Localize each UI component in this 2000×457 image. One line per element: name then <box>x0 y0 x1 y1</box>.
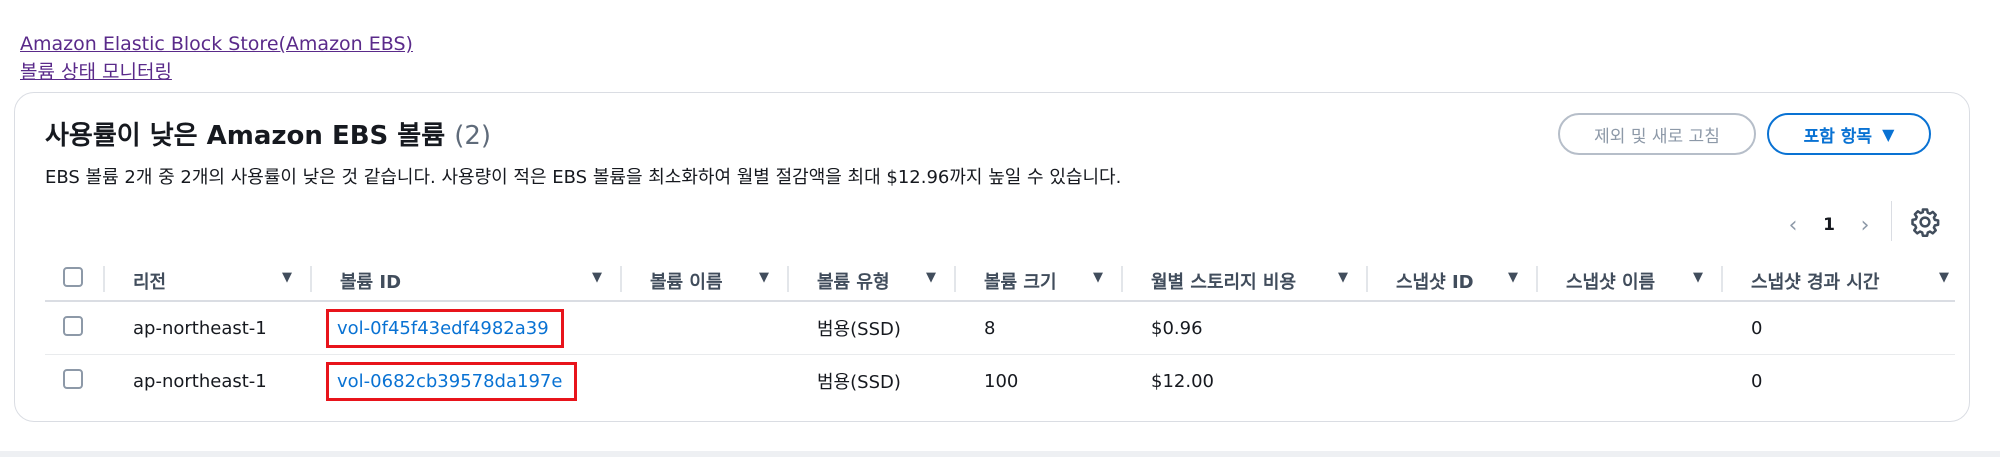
cell-region: ap-northeast-1 <box>105 301 312 355</box>
column-label: 볼륨 ID <box>340 272 402 293</box>
pagination-divider <box>1891 201 1892 241</box>
volumes-table: 리전 ▼ 볼륨 ID ▼ 볼륨 이름 ▼ 볼륨 유형 ▼ 볼륨 크기 ▼ 월별 스토리지 … <box>45 258 1955 407</box>
table-header-row: 리전 ▼ 볼륨 ID ▼ 볼륨 이름 ▼ 볼륨 유형 ▼ 볼륨 크기 ▼ 월별 스토리지 … <box>45 258 1955 302</box>
volume-id-highlight: vol-0f45f43edf4982a39 <box>326 308 564 348</box>
monthly-cost-value: $12.00 <box>1151 370 1214 392</box>
sort-caret-icon[interactable]: ▼ <box>1338 270 1348 285</box>
cell-snapshot-id <box>1368 355 1538 408</box>
page-bottom-divider <box>0 451 2000 457</box>
region-value: ap-northeast-1 <box>133 317 267 339</box>
column-label: 볼륨 유형 <box>817 272 890 293</box>
sort-caret-icon[interactable]: ▼ <box>1939 270 1949 285</box>
next-page-button[interactable]: › <box>1847 213 1883 238</box>
panel-description: EBS 볼륨 2개 중 2개의 사용률이 낮은 것 같습니다. 사용량이 적은 … <box>45 167 1122 188</box>
cell-snapshot-age: 0 <box>1723 301 1955 355</box>
panel-title-count: (2) <box>454 121 492 151</box>
cell-volume-id: vol-0f45f43edf4982a39 <box>312 301 622 355</box>
underutilized-volumes-panel: 사용률이 낮은 Amazon EBS 볼륨 (2) EBS 볼륨 2개 중 2개… <box>14 92 1970 422</box>
column-header-volume-size[interactable]: 볼륨 크기 ▼ <box>956 258 1123 302</box>
exclude-button-label: 제외 및 새로 고침 <box>1594 126 1720 147</box>
column-header-snapshot-age[interactable]: 스냅샷 경과 시간 ▼ <box>1723 258 1955 302</box>
sort-caret-icon[interactable]: ▼ <box>1093 270 1103 285</box>
volume-id-link[interactable]: vol-0682cb39578da197e <box>337 371 562 392</box>
column-header-volume-id[interactable]: 볼륨 ID ▼ <box>312 258 622 302</box>
column-label: 월별 스토리지 비용 <box>1151 272 1297 293</box>
gear-icon[interactable] <box>1910 207 1940 237</box>
column-label: 스냅샷 이름 <box>1566 272 1656 293</box>
volume-type-value: 범용(SSD) <box>817 319 901 340</box>
pagination: ‹ 1 › <box>1775 205 1883 245</box>
cell-snapshot-age: 0 <box>1723 355 1955 408</box>
row-select-cell <box>45 301 105 355</box>
snapshot-age-value: 0 <box>1751 317 1763 339</box>
cell-volume-type: 범용(SSD) <box>789 301 956 355</box>
sort-caret-icon[interactable]: ▼ <box>282 270 292 285</box>
column-label: 볼륨 크기 <box>984 272 1057 293</box>
select-all-checkbox[interactable] <box>63 266 83 287</box>
column-label: 스냅샷 ID <box>1396 272 1474 293</box>
table-row: ap-northeast-1 vol-0f45f43edf4982a39 범용(… <box>45 301 1955 355</box>
snapshot-age-value: 0 <box>1751 370 1763 392</box>
column-header-volume-name[interactable]: 볼륨 이름 ▼ <box>622 258 789 302</box>
sort-caret-icon[interactable]: ▼ <box>926 270 936 285</box>
sort-caret-icon[interactable]: ▼ <box>759 270 769 285</box>
include-button-label: 포함 항목 <box>1803 126 1873 147</box>
panel-title: 사용률이 낮은 Amazon EBS 볼륨 (2) <box>45 115 491 152</box>
cell-volume-size: 100 <box>956 355 1123 408</box>
breadcrumb-link-volume-monitoring[interactable]: 볼륨 상태 모니터링 <box>20 58 413 86</box>
cell-volume-size: 8 <box>956 301 1123 355</box>
panel-title-text: 사용률이 낮은 Amazon EBS 볼륨 <box>45 121 446 151</box>
column-label: 스냅샷 경과 시간 <box>1751 272 1880 293</box>
volume-size-value: 100 <box>984 370 1019 392</box>
cell-snapshot-name <box>1538 355 1723 408</box>
caret-down-icon: ▼ <box>1882 124 1895 144</box>
row-select-cell <box>45 355 105 408</box>
region-value: ap-northeast-1 <box>133 370 267 392</box>
column-label: 볼륨 이름 <box>650 272 723 293</box>
breadcrumb: Amazon Elastic Block Store(Amazon EBS) 볼… <box>20 30 413 86</box>
cell-snapshot-name <box>1538 301 1723 355</box>
volume-type-value: 범용(SSD) <box>817 372 901 393</box>
exclude-and-refresh-button[interactable]: 제외 및 새로 고침 <box>1558 113 1756 155</box>
sort-caret-icon[interactable]: ▼ <box>1693 270 1703 285</box>
sort-caret-icon[interactable]: ▼ <box>1508 270 1518 285</box>
cell-monthly-cost: $12.00 <box>1123 355 1368 408</box>
volume-size-value: 8 <box>984 317 996 339</box>
cell-volume-type: 범용(SSD) <box>789 355 956 408</box>
cell-volume-name <box>622 301 789 355</box>
column-header-snapshot-name[interactable]: 스냅샷 이름 ▼ <box>1538 258 1723 302</box>
cell-volume-id: vol-0682cb39578da197e <box>312 355 622 408</box>
previous-page-button[interactable]: ‹ <box>1775 213 1811 238</box>
volume-id-link[interactable]: vol-0f45f43edf4982a39 <box>337 318 549 339</box>
sort-caret-icon[interactable]: ▼ <box>592 270 602 285</box>
monthly-cost-value: $0.96 <box>1151 317 1203 339</box>
row-checkbox[interactable] <box>63 315 83 336</box>
column-header-snapshot-id[interactable]: 스냅샷 ID ▼ <box>1368 258 1538 302</box>
column-label: 리전 <box>133 272 167 293</box>
table-row: ap-northeast-1 vol-0682cb39578da197e 범용(… <box>45 355 1955 408</box>
cell-snapshot-id <box>1368 301 1538 355</box>
current-page[interactable]: 1 <box>1811 215 1847 235</box>
breadcrumb-link-ebs[interactable]: Amazon Elastic Block Store(Amazon EBS) <box>20 30 413 58</box>
cell-monthly-cost: $0.96 <box>1123 301 1368 355</box>
column-header-region[interactable]: 리전 ▼ <box>105 258 312 302</box>
column-header-monthly-cost[interactable]: 월별 스토리지 비용 ▼ <box>1123 258 1368 302</box>
row-checkbox[interactable] <box>63 368 83 389</box>
included-items-button[interactable]: 포함 항목 ▼ <box>1767 113 1931 155</box>
volume-id-highlight: vol-0682cb39578da197e <box>326 361 578 401</box>
cell-volume-name <box>622 355 789 408</box>
column-header-volume-type[interactable]: 볼륨 유형 ▼ <box>789 258 956 302</box>
cell-region: ap-northeast-1 <box>105 355 312 408</box>
select-all-header <box>45 258 105 302</box>
